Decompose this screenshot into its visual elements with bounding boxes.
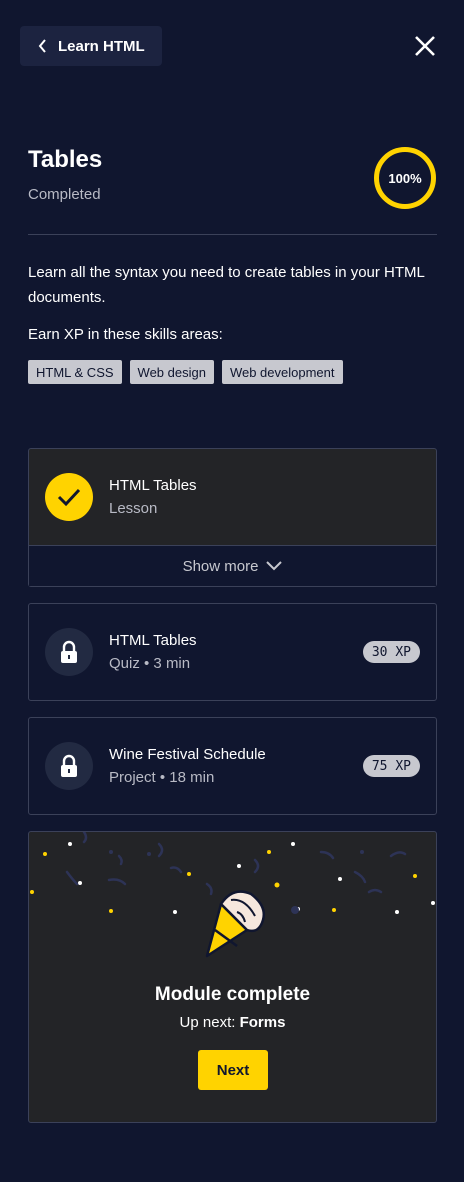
back-button[interactable]: Learn HTML — [20, 26, 162, 66]
skill-tags: HTML & CSS Web design Web development — [28, 360, 343, 384]
item-title: HTML Tables — [109, 477, 197, 494]
show-more-label: Show more — [182, 557, 259, 575]
lesson-card-html-tables[interactable]: HTML Tables Lesson Show more — [28, 448, 437, 587]
next-button[interactable]: Next — [198, 1050, 268, 1090]
item-subtitle: Lesson — [109, 500, 158, 517]
progress-label: 100% — [388, 170, 422, 186]
project-card-wine-festival[interactable]: Wine Festival Schedule Project • 18 min … — [28, 717, 437, 815]
xp-badge: 30 XP — [362, 641, 420, 663]
check-icon — [45, 473, 93, 521]
module-complete-card: Module complete Up next: Forms Next — [28, 831, 437, 1123]
chevron-left-icon — [38, 39, 46, 53]
earn-xp-label: Earn XP in these skills areas: — [28, 326, 223, 343]
item-title: Wine Festival Schedule — [109, 746, 266, 763]
close-icon[interactable] — [413, 34, 437, 58]
skill-tag: Web design — [129, 360, 214, 384]
lock-icon — [45, 742, 93, 790]
progress-ring: 100% — [374, 147, 436, 209]
show-more-button[interactable]: Show more — [29, 545, 436, 586]
divider — [28, 234, 437, 235]
xp-badge: 75 XP — [362, 755, 420, 777]
up-next-prefix: Up next: — [179, 1014, 236, 1031]
skill-tag: Web development — [221, 360, 343, 384]
page-title: Tables — [28, 146, 103, 173]
module-complete-title: Module complete — [154, 984, 311, 1005]
item-subtitle: Quiz • 3 min — [109, 655, 191, 672]
up-next-module: Forms — [239, 1014, 286, 1031]
module-description: Learn all the syntax you need to create … — [28, 264, 425, 306]
up-next-text: Up next: Forms — [29, 1014, 436, 1031]
item-title: HTML Tables — [109, 632, 197, 649]
chevron-down-icon — [266, 561, 283, 571]
item-subtitle: Project • 18 min — [109, 769, 215, 786]
quiz-card-html-tables[interactable]: HTML Tables Quiz • 3 min 30 XP — [28, 603, 437, 701]
skill-tag: HTML & CSS — [28, 360, 122, 384]
confetti-illustration — [30, 832, 435, 958]
lock-icon — [45, 628, 93, 676]
back-label: Learn HTML — [58, 37, 145, 55]
completion-status: Completed — [28, 186, 101, 203]
